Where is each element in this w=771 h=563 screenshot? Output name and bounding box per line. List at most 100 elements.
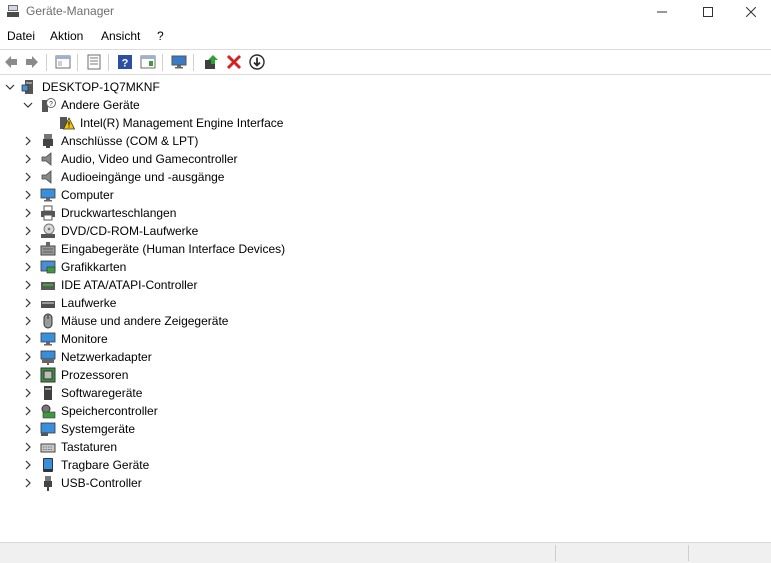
chevron-right-icon[interactable] xyxy=(22,189,34,201)
chevron-right-icon[interactable] xyxy=(22,243,34,255)
tree-category-audio-io[interactable]: Audioeingänge und -ausgänge xyxy=(0,168,771,186)
warning-device-icon xyxy=(60,117,75,130)
chevron-right-icon[interactable] xyxy=(22,441,34,453)
menu-action[interactable]: Aktion xyxy=(50,29,83,43)
system-device-icon xyxy=(40,422,56,436)
window-title: Geräte-Manager xyxy=(26,4,115,18)
chevron-down-icon[interactable] xyxy=(4,81,16,93)
chevron-right-icon[interactable] xyxy=(22,459,34,471)
tree-category-software-devices[interactable]: Softwaregeräte xyxy=(0,384,771,402)
chevron-down-icon[interactable] xyxy=(22,99,34,111)
tree-category-drives[interactable]: Laufwerke xyxy=(0,294,771,312)
svg-text:?: ? xyxy=(122,58,129,70)
tree-category-label: Prozessoren xyxy=(61,368,129,382)
tree-category-label: Speichercontroller xyxy=(61,404,158,418)
tree-category-ports[interactable]: Anschlüsse (COM & LPT) xyxy=(0,132,771,150)
menu-file[interactable]: Datei xyxy=(7,29,35,43)
tree-category-label: Grafikkarten xyxy=(61,260,127,274)
chevron-right-icon[interactable] xyxy=(22,405,34,417)
tree-category-system[interactable]: Systemgeräte xyxy=(0,420,771,438)
action-pane-icon[interactable] xyxy=(140,54,156,70)
tree-category-display-adapters[interactable]: Grafikkarten xyxy=(0,258,771,276)
tree-category-dvd[interactable]: DVD/CD-ROM-Laufwerke xyxy=(0,222,771,240)
menu-bar: Datei Aktion Ansicht ? xyxy=(0,27,771,47)
title-bar: Geräte-Manager xyxy=(0,0,771,24)
chevron-right-icon[interactable] xyxy=(22,153,34,165)
tree-category-label: Monitore xyxy=(61,332,108,346)
tree-category-hid[interactable]: Eingabegeräte (Human Interface Devices) xyxy=(0,240,771,258)
tree-category-label: USB-Controller xyxy=(61,476,142,490)
disable-device-icon[interactable] xyxy=(249,54,265,70)
portable-device-icon xyxy=(43,458,53,472)
tree-category-label: Eingabegeräte (Human Interface Devices) xyxy=(61,242,286,256)
tree-category-other-devices[interactable]: ? Andere Geräte xyxy=(0,96,771,114)
minimize-button[interactable] xyxy=(639,0,685,24)
chevron-right-icon[interactable] xyxy=(22,387,34,399)
tree-category-monitors[interactable]: Monitore xyxy=(0,330,771,348)
port-icon xyxy=(43,134,53,148)
tree-category-ide[interactable]: IDE ATA/ATAPI-Controller xyxy=(0,276,771,294)
tree-category-portable-devices[interactable]: Tragbare Geräte xyxy=(0,456,771,474)
tree-category-label: Mäuse und andere Zeigegeräte xyxy=(61,314,229,328)
tree-category-print-queues[interactable]: Druckwarteschlangen xyxy=(0,204,771,222)
chevron-right-icon[interactable] xyxy=(22,261,34,273)
tree-root-row[interactable]: DESKTOP-1Q7MKNF xyxy=(0,78,771,96)
tree-category-label: Tragbare Geräte xyxy=(61,458,150,472)
console-tree-icon[interactable] xyxy=(55,54,71,70)
printer-icon xyxy=(41,205,55,221)
forward-arrow-icon[interactable] xyxy=(24,54,40,70)
keyboard-icon xyxy=(40,443,56,453)
tree-category-label: Audio, Video und Gamecontroller xyxy=(61,152,238,166)
tree-category-label: Andere Geräte xyxy=(61,98,140,112)
tree-category-computer[interactable]: Computer xyxy=(0,186,771,204)
ide-controller-icon xyxy=(41,282,55,290)
tree-category-usb[interactable]: USB-Controller xyxy=(0,474,771,492)
tree-category-processors[interactable]: Prozessoren xyxy=(0,366,771,384)
monitor-icon xyxy=(40,188,56,202)
chevron-right-icon[interactable] xyxy=(22,351,34,363)
tree-category-storage[interactable]: Speichercontroller xyxy=(0,402,771,420)
close-button[interactable] xyxy=(731,0,771,24)
speaker-icon xyxy=(41,152,52,166)
chevron-right-icon[interactable] xyxy=(22,369,34,381)
chevron-right-icon[interactable] xyxy=(22,135,34,147)
chevron-right-icon[interactable] xyxy=(22,171,34,183)
device-manager-icon xyxy=(7,5,19,17)
maximize-button[interactable] xyxy=(685,0,731,24)
properties-icon[interactable] xyxy=(86,54,102,70)
toolbar-separator xyxy=(193,54,194,71)
chevron-right-icon[interactable] xyxy=(22,207,34,219)
update-driver-icon[interactable] xyxy=(203,54,219,70)
tree-category-label: Audioeingänge und -ausgänge xyxy=(61,170,225,184)
tree-category-label: IDE ATA/ATAPI-Controller xyxy=(61,278,198,292)
tree-category-keyboards[interactable]: Tastaturen xyxy=(0,438,771,456)
chevron-right-icon[interactable] xyxy=(22,225,34,237)
network-adapter-icon xyxy=(40,350,56,365)
menu-help[interactable]: ? xyxy=(157,29,164,43)
help-icon[interactable]: ? xyxy=(117,54,133,70)
usb-icon xyxy=(44,476,52,491)
tree-category-network[interactable]: Netzwerkadapter xyxy=(0,348,771,366)
chevron-right-icon[interactable] xyxy=(22,279,34,291)
chevron-right-icon[interactable] xyxy=(22,333,34,345)
tree-category-audio-video[interactable]: Audio, Video und Gamecontroller xyxy=(0,150,771,168)
toolbar-separator xyxy=(46,54,47,71)
close-icon xyxy=(746,7,756,17)
chevron-right-icon[interactable] xyxy=(22,423,34,435)
tree-category-mice[interactable]: Mäuse und andere Zeigegeräte xyxy=(0,312,771,330)
chevron-right-icon[interactable] xyxy=(22,477,34,489)
uninstall-icon[interactable] xyxy=(226,54,242,70)
maximize-icon xyxy=(703,7,713,17)
status-bar xyxy=(0,542,771,563)
menu-view[interactable]: Ansicht xyxy=(101,29,140,43)
scan-hardware-icon[interactable] xyxy=(171,54,187,70)
tree-device-row[interactable]: Intel(R) Management Engine Interface xyxy=(0,114,771,132)
tree-category-label: DVD/CD-ROM-Laufwerke xyxy=(61,224,199,238)
hard-drive-icon xyxy=(41,301,55,308)
chevron-right-icon[interactable] xyxy=(22,297,34,309)
disc-drive-icon xyxy=(41,223,55,238)
back-arrow-icon[interactable] xyxy=(3,54,19,70)
tree-root-label: DESKTOP-1Q7MKNF xyxy=(42,80,160,94)
svg-text:?: ? xyxy=(49,101,53,108)
chevron-right-icon[interactable] xyxy=(22,315,34,327)
